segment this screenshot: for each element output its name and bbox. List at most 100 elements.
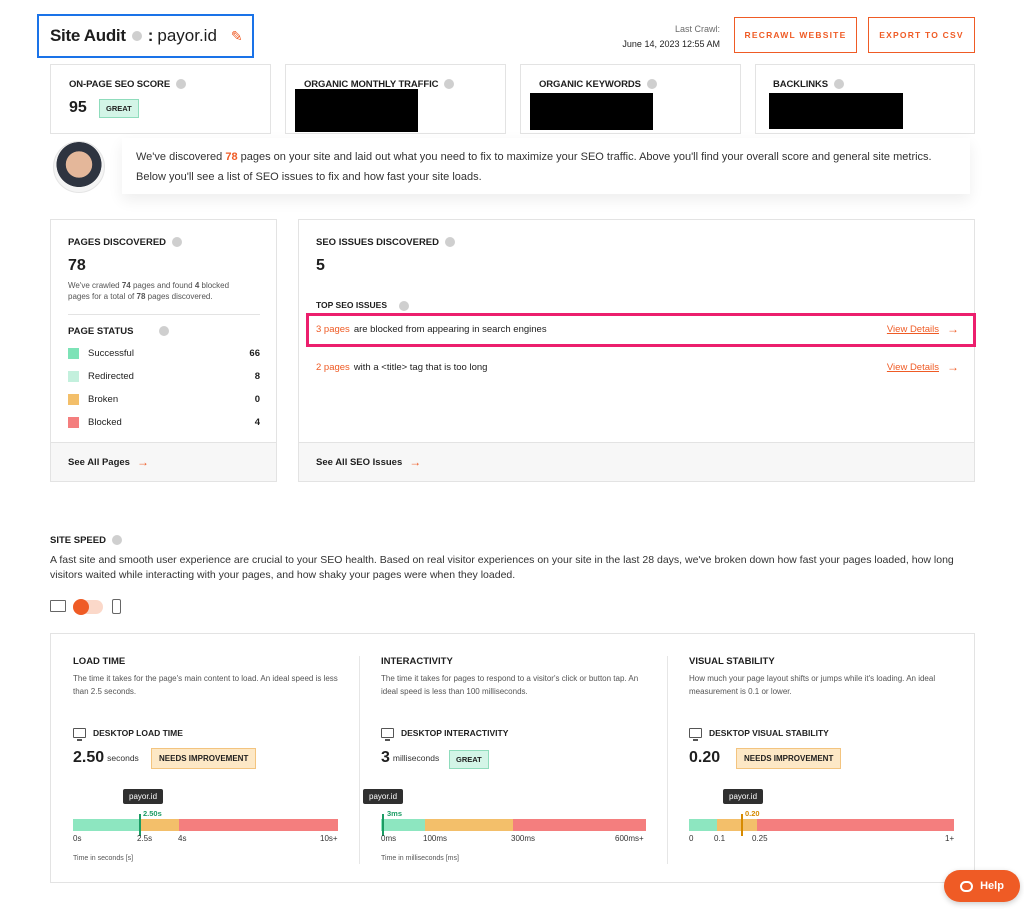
desktop-load-time-title: DESKTOP LOAD TIME <box>73 728 183 741</box>
site-tooltip: payor.id <box>723 789 764 804</box>
pages-discovered-desc: We've crawled 74 pages and found 4 block… <box>68 281 230 301</box>
tick-label: 10s+ <box>320 834 338 843</box>
list-item: Redirected 8 <box>68 370 260 382</box>
banner-pages-count: 78 <box>225 151 238 163</box>
desktop-interactivity-title: DESKTOP INTERACTIVITY <box>381 728 508 741</box>
intro-banner: We've discovered 78 pages on your site a… <box>122 138 970 194</box>
tick-label: 100ms <box>423 834 448 843</box>
site-domain: payor.id <box>157 26 217 45</box>
axis-caption: Time in seconds [s] <box>73 855 134 862</box>
mobile-icon[interactable] <box>112 599 121 614</box>
page-title: Site Audit <box>50 26 126 45</box>
toggle-knob[interactable] <box>73 599 89 615</box>
visual-stability-column: VISUAL STABILITY How much your page layo… <box>689 656 957 698</box>
redacted-value <box>295 89 418 132</box>
site-tooltip: payor.id <box>363 789 404 804</box>
help-icon[interactable] <box>646 79 657 90</box>
tick-label: 0.25 <box>752 834 768 843</box>
marker <box>382 814 384 836</box>
title-separator: : <box>147 26 154 45</box>
last-crawl-info: Last Crawl: June 14, 2023 12:55 AM <box>622 22 720 52</box>
marker <box>741 814 743 836</box>
help-icon[interactable] <box>444 79 455 90</box>
desktop-icon[interactable] <box>50 600 66 612</box>
tick-label: 0.1 <box>714 834 726 843</box>
load-time-title: LOAD TIME <box>73 656 126 667</box>
pages-discovered-title: PAGES DISCOVERED <box>68 237 183 248</box>
seo-issues-title: SEO ISSUES DISCOVERED <box>316 237 456 248</box>
load-time-bar <box>73 819 338 831</box>
load-time-badge: NEEDS IMPROVEMENT <box>151 748 257 769</box>
site-speed-title: SITE SPEED <box>50 535 122 546</box>
load-time-value: 2.50 seconds <box>73 749 139 766</box>
help-icon[interactable] <box>111 535 122 546</box>
top-seo-issues-title: TOP SEO ISSUES <box>316 300 410 311</box>
help-icon[interactable] <box>172 237 183 248</box>
highlight-box <box>306 313 976 347</box>
arrow-right-icon: → <box>947 360 959 374</box>
edit-pencil-icon[interactable]: ✎ <box>231 28 243 45</box>
list-item: Blocked 4 <box>68 416 260 428</box>
status-swatch <box>68 347 79 359</box>
seo-score-card: ON-PAGE SEO SCORE 95 GREAT <box>50 64 271 134</box>
help-button[interactable]: Help <box>944 870 1020 902</box>
marker-label: 3ms <box>387 809 403 818</box>
tick-label: 0s <box>73 834 82 843</box>
site-speed-panel: LOAD TIME The time it takes for the page… <box>50 633 975 883</box>
organic-keywords-label: ORGANIC KEYWORDS <box>539 79 657 90</box>
marker <box>139 814 141 836</box>
help-icon[interactable] <box>399 300 410 311</box>
visual-stability-badge: NEEDS IMPROVEMENT <box>736 748 842 769</box>
help-icon[interactable] <box>834 79 845 90</box>
load-time-desc: The time it takes for the page's main co… <box>73 674 338 696</box>
redacted-value <box>769 93 903 129</box>
divider <box>667 656 668 864</box>
tick-label: 2.5s <box>137 834 153 843</box>
arrow-right-icon: → <box>409 455 422 469</box>
backlinks-label: BACKLINKS <box>773 79 845 90</box>
recrawl-website-button[interactable]: RECRAWL WEBSITE <box>734 17 857 53</box>
site-speed-desc: A fast site and smooth user experience a… <box>50 554 954 581</box>
site-audit-title-box: Site Audit : payor.id ✎ <box>37 14 254 58</box>
interactivity-badge: GREAT <box>449 750 489 769</box>
monitor-icon <box>73 728 86 741</box>
interactivity-title: INTERACTIVITY <box>381 656 453 667</box>
visual-stability-value: 0.20 <box>689 749 721 766</box>
tick-label: 300ms <box>511 834 536 843</box>
help-icon[interactable] <box>176 79 187 90</box>
issue-pages-link[interactable]: 2 pages <box>316 362 350 373</box>
list-item: Successful 66 <box>68 347 260 359</box>
redacted-value <box>530 93 653 130</box>
seo-score-badge: GREAT <box>99 99 139 118</box>
seo-issues-panel: SEO ISSUES DISCOVERED 5 TOP SEO ISSUES 3… <box>298 219 975 482</box>
marker-label: 2.50s <box>143 809 162 818</box>
organic-traffic-card: ORGANIC MONTHLY TRAFFIC <box>285 64 506 134</box>
desktop-visual-stability-title: DESKTOP VISUAL STABILITY <box>689 728 829 741</box>
seo-score-label: ON-PAGE SEO SCORE <box>69 79 187 90</box>
list-item: Broken 0 <box>68 393 260 405</box>
avatar <box>53 141 105 193</box>
tick-label: 600ms+ <box>615 834 644 843</box>
page-status-list: Successful 66 Redirected 8 Broken 0 Bloc… <box>68 347 260 428</box>
help-icon[interactable] <box>445 237 456 248</box>
see-all-pages-link[interactable]: See All Pages → <box>51 442 276 481</box>
divider <box>68 314 260 315</box>
backlinks-card: BACKLINKS <box>755 64 975 134</box>
status-swatch <box>68 370 79 382</box>
export-csv-button[interactable]: EXPORT TO CSV <box>868 17 975 53</box>
help-icon[interactable] <box>159 326 170 337</box>
marker-label: 0.20 <box>745 809 760 818</box>
status-swatch <box>68 393 79 405</box>
see-all-seo-issues-link[interactable]: See All SEO Issues → <box>299 442 974 481</box>
interactivity-bar <box>381 819 646 831</box>
tick-label: 0ms <box>381 834 397 843</box>
interactivity-value: 3 milliseconds <box>381 749 440 766</box>
last-crawl-value: June 14, 2023 12:55 AM <box>622 39 720 49</box>
banner-text: pages on your site and laid out what you… <box>136 151 932 183</box>
view-details-link[interactable]: View Details <box>887 362 939 373</box>
help-icon[interactable] <box>131 31 142 41</box>
organic-keywords-card: ORGANIC KEYWORDS <box>520 64 741 134</box>
interactivity-desc: The time it takes for pages to respond t… <box>381 674 639 696</box>
banner-text: We've discovered <box>136 151 226 163</box>
tick-label: 0 <box>689 834 694 843</box>
